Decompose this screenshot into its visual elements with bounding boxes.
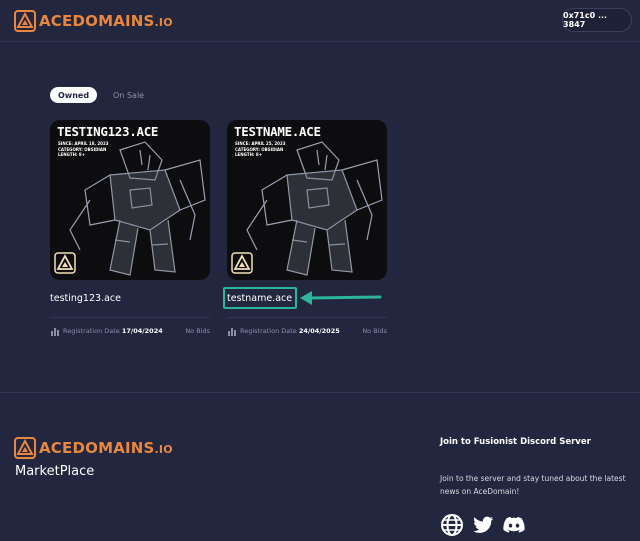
ace-logo-icon bbox=[14, 437, 36, 459]
annotation-arrow-icon bbox=[300, 291, 382, 305]
registration-date-label: Registration Date bbox=[63, 327, 120, 335]
chart-icon bbox=[228, 328, 236, 336]
card-image-meta: SINCE: APRIL 18, 2023 CATEGORY: OBSIDIAN… bbox=[58, 141, 109, 157]
brand-logo[interactable]: AceDomains.io bbox=[14, 10, 173, 32]
tab-on-sale[interactable]: On Sale bbox=[105, 87, 152, 103]
marketplace-label: MarketPlace bbox=[15, 464, 95, 479]
registration-date-label: Registration Date bbox=[240, 327, 297, 335]
domain-name[interactable]: testing123.ace bbox=[50, 293, 121, 304]
ace-logo-icon bbox=[14, 10, 36, 32]
registration-date-value: 24/04/2025 bbox=[298, 327, 340, 335]
card-image-title: TESTNAME.ACE bbox=[234, 124, 321, 139]
card-footer: Registration Date 24/04/2025 No Bids bbox=[227, 325, 387, 337]
logo-wordmark: AceDomains.io bbox=[39, 12, 173, 30]
card-footer: Registration Date 17/04/2024 No Bids bbox=[50, 325, 210, 337]
discord-title: Join to Fusionist Discord Server bbox=[440, 437, 591, 447]
registration-date-value: 17/04/2024 bbox=[121, 327, 163, 335]
domain-card[interactable]: TESTNAME.ACE SINCE: APRIL 25, 2023 CATEG… bbox=[227, 120, 387, 336]
chart-icon bbox=[51, 328, 59, 336]
globe-icon[interactable] bbox=[440, 513, 464, 537]
tab-owned[interactable]: Owned bbox=[50, 87, 98, 103]
domain-card[interactable]: TESTING123.ACE SINCE: APRIL 18, 2023 CAT… bbox=[50, 120, 210, 336]
footer-brand-logo[interactable]: AceDomains.io bbox=[14, 437, 173, 459]
ace-badge-icon bbox=[54, 252, 76, 274]
domain-tabs: Owned On Sale bbox=[50, 87, 152, 103]
top-nav: AceDomains.io 0x71c0 ... 3847 bbox=[0, 0, 640, 42]
card-image-meta: SINCE: APRIL 25, 2023 CATEGORY: OBSIDIAN… bbox=[235, 141, 286, 157]
divider bbox=[50, 317, 210, 318]
card-image-title: TESTING123.ACE bbox=[57, 124, 159, 139]
discord-description: Join to the server and stay tuned about … bbox=[440, 474, 626, 496]
bids-status: No Bids bbox=[362, 327, 387, 335]
logo-wordmark: AceDomains.io bbox=[39, 439, 173, 457]
domain-card-image[interactable]: TESTNAME.ACE SINCE: APRIL 25, 2023 CATEG… bbox=[227, 120, 387, 280]
ace-badge-icon bbox=[231, 252, 253, 274]
divider bbox=[227, 317, 387, 318]
annotation-highlight-box bbox=[223, 287, 297, 309]
bids-status: No Bids bbox=[185, 327, 210, 335]
domain-card-image[interactable]: TESTING123.ACE SINCE: APRIL 18, 2023 CAT… bbox=[50, 120, 210, 280]
page: AceDomains.io 0x71c0 ... 3847 Owned On S… bbox=[0, 0, 640, 541]
footer-divider bbox=[0, 392, 640, 393]
wallet-address-button[interactable]: 0x71c0 ... 3847 bbox=[562, 8, 632, 32]
twitter-icon[interactable] bbox=[471, 513, 495, 537]
discord-icon[interactable] bbox=[502, 513, 526, 537]
social-links bbox=[440, 513, 533, 537]
